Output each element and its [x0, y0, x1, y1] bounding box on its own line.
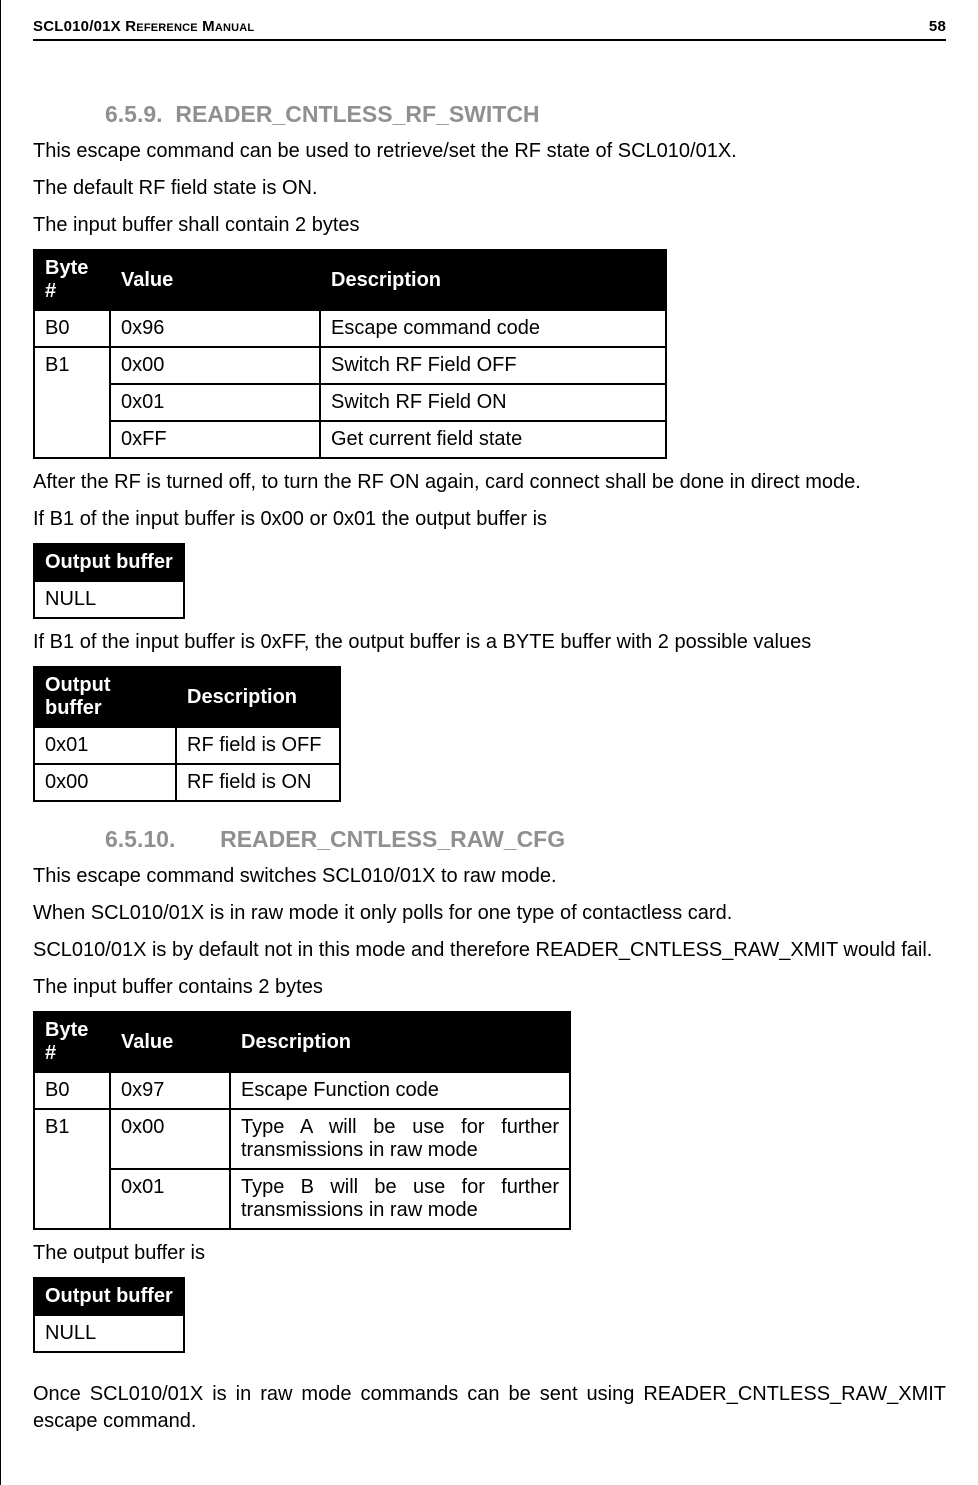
paragraph: The default RF field state is ON.	[33, 175, 946, 202]
cell-byte: B0	[34, 310, 110, 347]
table-row: 0x01 Type B will be use for further tran…	[34, 1169, 570, 1229]
cell-value: 0x00	[110, 347, 320, 384]
cell-value: 0x97	[110, 1072, 230, 1109]
section-title: READER_CNTLESS_RAW_CFG	[220, 826, 565, 852]
col-output-buffer: Output buffer	[34, 1278, 184, 1315]
paragraph: The output buffer is	[33, 1240, 946, 1267]
header-bar: SCL010/01X Reference Manual 58	[33, 18, 946, 41]
paragraph: When SCL010/01X is in raw mode it only p…	[33, 900, 946, 927]
table-row: B0 0x97 Escape Function code	[34, 1072, 570, 1109]
paragraph: This escape command switches SCL010/01X …	[33, 863, 946, 890]
cell-buf: 0x00	[34, 764, 176, 801]
paragraph: The input buffer contains 2 bytes	[33, 974, 946, 1001]
cell-value: 0x01	[110, 1169, 230, 1229]
cell-desc: Type A will be use for further transmiss…	[230, 1109, 570, 1169]
cell-desc: Type B will be use for further transmiss…	[230, 1169, 570, 1229]
col-description: Description	[176, 667, 340, 727]
output-buffer-table-null-2: Output buffer NULL	[33, 1277, 185, 1353]
paragraph: If B1 of the input buffer is 0x00 or 0x0…	[33, 506, 946, 533]
cell-byte: B0	[34, 1072, 110, 1109]
page-container: SCL010/01X Reference Manual 58 6.5.9. RE…	[0, 0, 978, 1485]
table-row: 0x01 Switch RF Field ON	[34, 384, 666, 421]
cell-buf: 0x01	[34, 727, 176, 764]
section-number: 6.5.10.	[105, 826, 175, 853]
paragraph: This escape command can be used to retri…	[33, 138, 946, 165]
output-buffer-table-null-1: Output buffer NULL	[33, 543, 185, 619]
table-row: 0xFF Get current field state	[34, 421, 666, 458]
cell-desc: Switch RF Field ON	[320, 384, 666, 421]
table-header-row: Output buffer Description	[34, 667, 340, 727]
col-value: Value	[110, 1012, 230, 1072]
col-output-buffer: Output buffer	[34, 544, 184, 581]
doc-title: SCL010/01X Reference Manual	[33, 18, 254, 35]
input-buffer-table-rf-switch: Byte # Value Description B0 0x96 Escape …	[33, 249, 667, 459]
col-description: Description	[320, 250, 666, 310]
cell-value: 0x01	[110, 384, 320, 421]
col-value: Value	[110, 250, 320, 310]
output-buffer-table-state: Output buffer Description 0x01 RF field …	[33, 666, 341, 802]
input-buffer-table-raw-cfg: Byte # Value Description B0 0x97 Escape …	[33, 1011, 571, 1230]
table-row: 0x00 RF field is ON	[34, 764, 340, 801]
table-row: NULL	[34, 581, 184, 618]
section-heading-raw-cfg: 6.5.10. READER_CNTLESS_RAW_CFG	[105, 826, 946, 853]
col-output-buffer: Output buffer	[34, 667, 176, 727]
cell-byte: B1	[34, 1109, 110, 1229]
cell-desc: RF field is ON	[176, 764, 340, 801]
cell-desc: Switch RF Field OFF	[320, 347, 666, 384]
cell-value: NULL	[34, 1315, 184, 1352]
paragraph: SCL010/01X is by default not in this mod…	[33, 937, 946, 964]
cell-value: NULL	[34, 581, 184, 618]
section-title: READER_CNTLESS_RF_SWITCH	[175, 101, 539, 127]
paragraph: Once SCL010/01X is in raw mode commands …	[33, 1381, 946, 1435]
paragraph: After the RF is turned off, to turn the …	[33, 469, 946, 496]
table-row: 0x01 RF field is OFF	[34, 727, 340, 764]
table-header-row: Byte # Value Description	[34, 1012, 570, 1072]
table-row: B0 0x96 Escape command code	[34, 310, 666, 347]
table-header-row: Output buffer	[34, 1278, 184, 1315]
cell-value: 0x96	[110, 310, 320, 347]
cell-desc: Get current field state	[320, 421, 666, 458]
table-header-row: Byte # Value Description	[34, 250, 666, 310]
col-byte: Byte #	[34, 1012, 110, 1072]
page-number: 58	[929, 18, 946, 35]
table-row: NULL	[34, 1315, 184, 1352]
col-description: Description	[230, 1012, 570, 1072]
cell-desc: Escape command code	[320, 310, 666, 347]
cell-value: 0x00	[110, 1109, 230, 1169]
cell-value: 0xFF	[110, 421, 320, 458]
table-row: B1 0x00 Type A will be use for further t…	[34, 1109, 570, 1169]
paragraph: The input buffer shall contain 2 bytes	[33, 212, 946, 239]
section-heading-rf-switch: 6.5.9. READER_CNTLESS_RF_SWITCH	[105, 101, 946, 128]
cell-desc: RF field is OFF	[176, 727, 340, 764]
table-row: B1 0x00 Switch RF Field OFF	[34, 347, 666, 384]
cell-byte: B1	[34, 347, 110, 458]
paragraph: If B1 of the input buffer is 0xFF, the o…	[33, 629, 946, 656]
section-number: 6.5.9.	[105, 101, 163, 128]
cell-desc: Escape Function code	[230, 1072, 570, 1109]
table-header-row: Output buffer	[34, 544, 184, 581]
col-byte: Byte #	[34, 250, 110, 310]
